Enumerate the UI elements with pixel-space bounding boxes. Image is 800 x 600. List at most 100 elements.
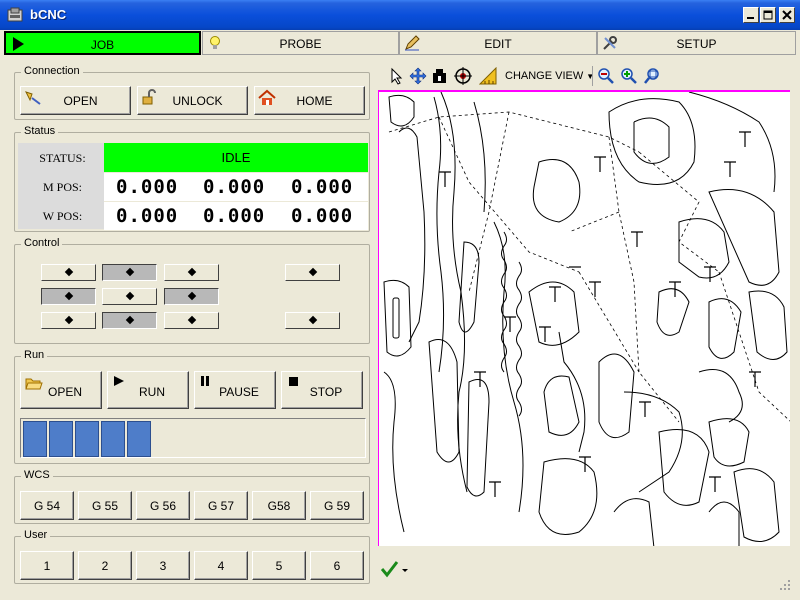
user-button-1[interactable]: 1 [20, 551, 74, 580]
tab-edit[interactable]: EDIT [399, 31, 597, 55]
move-icon[interactable] [409, 67, 427, 85]
user-button-6[interactable]: 6 [310, 551, 364, 580]
ruler-icon[interactable] [479, 67, 497, 85]
maximize-icon [763, 10, 773, 20]
group-title: Run [21, 349, 48, 361]
progress-bar [20, 418, 366, 458]
status-badge: IDLE [104, 143, 368, 172]
jog-x-left-button[interactable] [41, 288, 96, 305]
button-label: OPEN [47, 385, 82, 399]
tab-label: EDIT [484, 37, 512, 51]
origin-icon[interactable] [431, 67, 449, 85]
button-label: 2 [101, 559, 109, 573]
button-label: PAUSE [219, 385, 259, 399]
status-check[interactable] [380, 560, 409, 581]
wcs-g56-button[interactable]: G 56 [136, 491, 190, 520]
run-group: Run OPEN RUN PAUSE STOP [14, 349, 370, 464]
canvas-toolbar: CHANGE VIEW ▼ [384, 64, 796, 88]
wcs-g57-button[interactable]: G 57 [194, 491, 248, 520]
button-label: UNLOCK [172, 94, 223, 108]
resize-grip-icon[interactable] [778, 578, 792, 592]
jog-y-down-left-button[interactable] [41, 312, 96, 329]
jog-z-up-button[interactable] [285, 264, 340, 281]
wcs-group: WCS G 54 G 55 G 56 G 57 G58 G 59 [14, 469, 370, 524]
jog-icon [125, 267, 135, 277]
close-button[interactable] [779, 7, 795, 23]
maximize-button[interactable] [760, 7, 776, 23]
wpos-label: W POS: [42, 209, 83, 223]
zoom-in-icon[interactable] [620, 67, 638, 85]
wcs-g59-button[interactable]: G 59 [310, 491, 364, 520]
jog-y-down-button[interactable] [102, 312, 157, 329]
jog-y-up-right-button[interactable] [164, 264, 219, 281]
button-label: 3 [159, 559, 167, 573]
minimize-icon [747, 17, 754, 19]
mpos-row: 0.000 0.000 0.000 [104, 173, 368, 201]
tab-probe[interactable]: PROBE [202, 31, 399, 55]
wcs-g58-button[interactable]: G58 [252, 491, 306, 520]
status-group: Status STATUS: IDLE M POS: 0.000 0.000 0… [14, 125, 370, 232]
button-label: HOME [296, 94, 333, 108]
control-group: Control [14, 237, 370, 344]
button-label: G58 [267, 499, 291, 513]
stop-button[interactable]: STOP [281, 371, 363, 409]
wpos-row: 0.000 0.000 0.000 [104, 202, 368, 230]
open-file-button[interactable]: OPEN [20, 371, 102, 409]
jog-y-up-left-button[interactable] [41, 264, 96, 281]
open-connection-button[interactable]: OPEN [20, 86, 131, 115]
jog-icon [187, 315, 197, 325]
wpos-z[interactable]: 0.000 [291, 205, 353, 227]
progress-segment [23, 421, 47, 457]
change-view-dropdown[interactable]: CHANGE VIEW ▼ [505, 70, 594, 82]
zoom-fit-icon[interactable] [644, 67, 662, 85]
button-label: G 54 [33, 499, 60, 513]
button-label: G 57 [207, 499, 234, 513]
button-label: G 56 [149, 499, 176, 513]
crosshair-icon[interactable] [454, 67, 472, 85]
user-button-5[interactable]: 5 [252, 551, 306, 580]
user-button-4[interactable]: 4 [194, 551, 248, 580]
window-title: bCNC [30, 7, 67, 22]
status-label: STATUS: [39, 151, 86, 165]
tab-label: JOB [90, 38, 115, 52]
wcs-g54-button[interactable]: G 54 [20, 491, 74, 520]
wpos-x[interactable]: 0.000 [116, 205, 178, 227]
select-arrow-icon[interactable] [388, 67, 406, 85]
wcs-g55-button[interactable]: G 55 [78, 491, 132, 520]
title-bar: bCNC [0, 0, 800, 30]
jog-icon [187, 267, 197, 277]
jog-y-up-button[interactable] [102, 264, 157, 281]
wpos-y[interactable]: 0.000 [203, 205, 265, 227]
progress-segment [101, 421, 125, 457]
progress-segment [49, 421, 73, 457]
user-button-2[interactable]: 2 [78, 551, 132, 580]
unlock-button[interactable]: UNLOCK [137, 86, 248, 115]
group-title: Control [21, 237, 63, 249]
mpos-x: 0.000 [116, 176, 179, 198]
minimize-button[interactable] [743, 7, 759, 23]
tab-setup[interactable]: SETUP [597, 31, 796, 55]
toolpath-drawing [383, 92, 790, 546]
jog-icon [187, 291, 197, 301]
tab-job[interactable]: JOB [4, 31, 201, 55]
tab-label: PROBE [279, 37, 322, 51]
mpos-label: M POS: [42, 180, 83, 194]
gcode-canvas[interactable] [378, 90, 790, 546]
button-label: 4 [217, 559, 225, 573]
pause-button[interactable]: PAUSE [194, 371, 276, 409]
zoom-out-icon[interactable] [597, 67, 615, 85]
jog-icon [64, 267, 74, 277]
jog-x-right-button[interactable] [164, 288, 219, 305]
button-label: OPEN [63, 94, 98, 108]
mpos-z: 0.000 [291, 176, 354, 198]
home-button[interactable]: HOME [254, 86, 365, 115]
jog-icon [308, 315, 318, 325]
run-button[interactable]: RUN [107, 371, 189, 409]
user-button-3[interactable]: 3 [136, 551, 190, 580]
jog-icon [125, 315, 135, 325]
button-label: G 59 [323, 499, 350, 513]
jog-y-down-right-button[interactable] [164, 312, 219, 329]
connection-group: Connection OPEN UNLOCK HOME [14, 65, 370, 120]
jog-center-button[interactable] [102, 288, 157, 305]
jog-z-down-button[interactable] [285, 312, 340, 329]
